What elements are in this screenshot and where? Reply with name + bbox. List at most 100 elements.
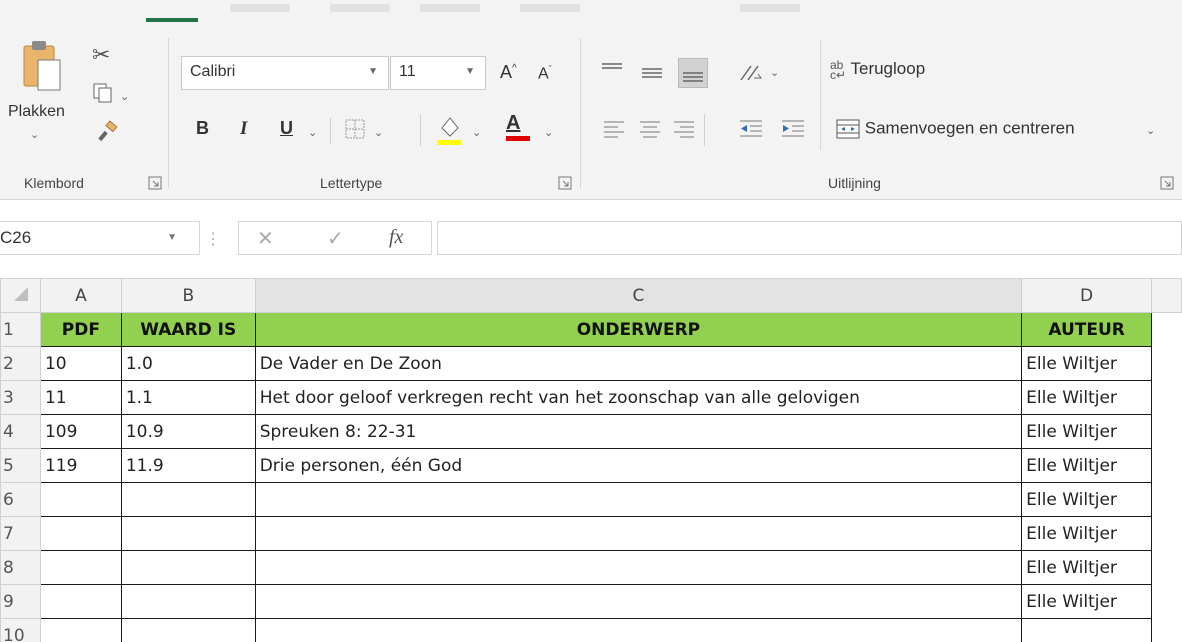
cell[interactable] [120, 584, 256, 619]
cell[interactable] [39, 482, 122, 517]
underline-chevron-down-icon[interactable]: ⌄ [308, 126, 317, 139]
cell[interactable]: Spreuken 8: 22-31 [254, 414, 1023, 449]
cell[interactable] [254, 584, 1023, 619]
orientation-button[interactable] [738, 60, 764, 89]
table-header-cell[interactable]: ONDERWERP [254, 312, 1023, 347]
decrease-font-size-button[interactable]: Aˇ [538, 64, 552, 83]
cell[interactable]: Het door geloof verkregen recht van het … [254, 380, 1023, 415]
cell[interactable]: Elle Wiltjer [1021, 380, 1153, 415]
copy-button[interactable] [92, 82, 114, 109]
cell[interactable]: 119 [39, 448, 122, 483]
font-name-dropdown[interactable]: Calibri ▼ [181, 56, 389, 90]
name-box[interactable]: C26 ▼ [0, 221, 200, 255]
formula-bar-grip-icon[interactable]: ⋮ [205, 229, 221, 249]
cell[interactable] [1151, 516, 1182, 551]
cell[interactable]: Elle Wiltjer [1021, 346, 1153, 381]
cell[interactable]: Drie personen, één God [254, 448, 1023, 483]
font-launcher-icon[interactable] [558, 176, 572, 190]
cell[interactable]: Elle Wiltjer [1021, 414, 1153, 449]
cell[interactable] [120, 482, 256, 517]
cell[interactable] [1151, 618, 1182, 642]
table-header-cell[interactable]: PDF [39, 312, 122, 347]
align-top-button[interactable] [598, 56, 628, 86]
row-header[interactable]: 2 [0, 346, 41, 381]
merge-chevron-down-icon[interactable]: ⌄ [1146, 124, 1155, 137]
borders-button[interactable] [344, 118, 366, 145]
cell[interactable] [39, 550, 122, 585]
cell[interactable]: Elle Wiltjer [1021, 584, 1153, 619]
copy-chevron-down-icon[interactable]: ⌄ [120, 90, 129, 103]
column-header-a[interactable]: A [39, 278, 122, 313]
cell[interactable] [1151, 550, 1182, 585]
paste-chevron-down-icon[interactable]: ⌄ [30, 128, 39, 141]
align-bottom-button[interactable] [678, 58, 708, 88]
cell[interactable]: 11.9 [120, 448, 256, 483]
column-header-e[interactable] [1151, 278, 1182, 313]
align-center-button[interactable] [638, 118, 662, 145]
cell[interactable] [39, 584, 122, 619]
cell[interactable]: Elle Wiltjer [1021, 516, 1153, 551]
cell[interactable]: 1.1 [120, 380, 256, 415]
formula-input[interactable] [437, 221, 1182, 255]
insert-function-button[interactable]: fx [389, 226, 403, 249]
cell[interactable] [254, 482, 1023, 517]
cell[interactable] [39, 516, 122, 551]
cell[interactable]: 10.9 [120, 414, 256, 449]
cell[interactable] [254, 550, 1023, 585]
row-header[interactable]: 3 [0, 380, 41, 415]
cell[interactable]: 109 [39, 414, 122, 449]
cell[interactable]: Elle Wiltjer [1021, 448, 1153, 483]
cell[interactable]: De Vader en De Zoon [254, 346, 1023, 381]
column-header-d[interactable]: D [1021, 278, 1153, 313]
select-all-corner[interactable] [0, 278, 41, 313]
cell[interactable] [120, 516, 256, 551]
orientation-chevron-down-icon[interactable]: ⌄ [770, 66, 779, 79]
cell[interactable] [1151, 482, 1182, 517]
cell[interactable]: 10 [39, 346, 122, 381]
align-right-button[interactable] [672, 118, 696, 145]
cell[interactable] [1151, 312, 1182, 347]
cell[interactable] [1021, 618, 1153, 642]
cell[interactable]: 11 [39, 380, 122, 415]
borders-chevron-down-icon[interactable]: ⌄ [374, 126, 383, 139]
cell[interactable] [254, 618, 1023, 642]
clipboard-launcher-icon[interactable] [148, 176, 162, 190]
row-header[interactable]: 6 [0, 482, 41, 517]
bold-button[interactable]: B [196, 118, 209, 139]
wrap-text-button[interactable]: ab c↵ Terugloop [830, 59, 925, 81]
font-color-chevron-down-icon[interactable]: ⌄ [544, 126, 553, 139]
merge-center-button[interactable]: Samenvoegen en centreren [836, 118, 1075, 140]
table-header-cell[interactable]: WAARD IS [120, 312, 256, 347]
italic-button[interactable]: I [240, 118, 247, 140]
cell[interactable] [1151, 380, 1182, 415]
increase-indent-button[interactable] [780, 118, 806, 145]
cell[interactable] [1151, 448, 1182, 483]
cell[interactable] [120, 550, 256, 585]
cell[interactable] [1151, 584, 1182, 619]
table-header-cell[interactable]: AUTEUR [1021, 312, 1153, 347]
increase-font-size-button[interactable]: A^ [500, 62, 517, 83]
row-header[interactable]: 7 [0, 516, 41, 551]
row-header[interactable]: 8 [0, 550, 41, 585]
row-header[interactable]: 1 [0, 312, 41, 347]
format-painter-button[interactable] [96, 120, 120, 149]
cell[interactable] [120, 618, 256, 642]
fill-color-chevron-down-icon[interactable]: ⌄ [472, 126, 481, 139]
align-left-button[interactable] [602, 118, 626, 145]
row-header[interactable]: 5 [0, 448, 41, 483]
cell[interactable] [1151, 414, 1182, 449]
fill-color-button[interactable] [436, 112, 462, 151]
underline-button[interactable]: U [280, 118, 293, 139]
row-header[interactable]: 4 [0, 414, 41, 449]
cut-button[interactable]: ✂ [92, 42, 110, 68]
check-icon[interactable]: ✓ [327, 226, 344, 251]
paste-button[interactable] [22, 38, 66, 94]
row-header[interactable]: 9 [0, 584, 41, 619]
cell[interactable]: 1.0 [120, 346, 256, 381]
cancel-icon[interactable]: ✕ [257, 226, 274, 251]
alignment-launcher-icon[interactable] [1160, 176, 1174, 190]
column-header-c[interactable]: C [254, 278, 1023, 313]
cell[interactable] [1151, 346, 1182, 381]
cell[interactable]: Elle Wiltjer [1021, 550, 1153, 585]
cell[interactable]: Elle Wiltjer [1021, 482, 1153, 517]
